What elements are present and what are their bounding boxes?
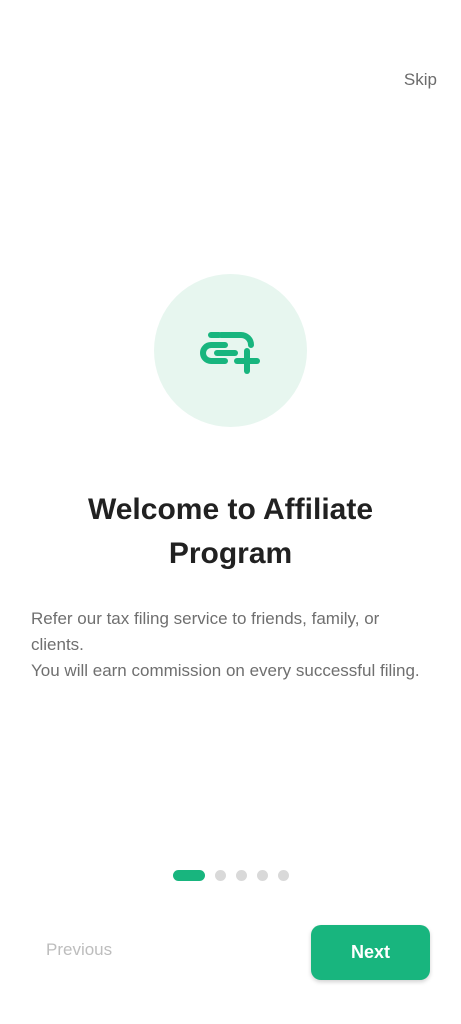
skip-button[interactable]: Skip bbox=[404, 70, 437, 90]
next-button[interactable]: Next bbox=[311, 925, 430, 980]
hero-illustration bbox=[154, 274, 307, 427]
link-plus-icon bbox=[199, 331, 260, 374]
page-dot-4 bbox=[256, 870, 268, 881]
page-title: Welcome to Affiliate Program bbox=[40, 488, 421, 576]
title-line-2: Program bbox=[168, 537, 293, 570]
description: Refer our tax filing service to friends,… bbox=[31, 606, 431, 684]
page-dot-3 bbox=[235, 870, 247, 881]
description-line-2: You will earn commission on every succes… bbox=[31, 661, 420, 680]
title-line-1: Welcome to Affiliate bbox=[87, 493, 374, 526]
pagination-dots bbox=[0, 870, 461, 881]
page-dot-5 bbox=[277, 870, 289, 881]
page-dot-1 bbox=[172, 870, 205, 881]
page-dot-2 bbox=[214, 870, 226, 881]
previous-button[interactable]: Previous bbox=[46, 940, 112, 960]
onboarding-screen: Skip Welcome to Affiliate Program Refer … bbox=[0, 0, 461, 1024]
description-line-1: Refer our tax filing service to friends,… bbox=[31, 609, 380, 654]
